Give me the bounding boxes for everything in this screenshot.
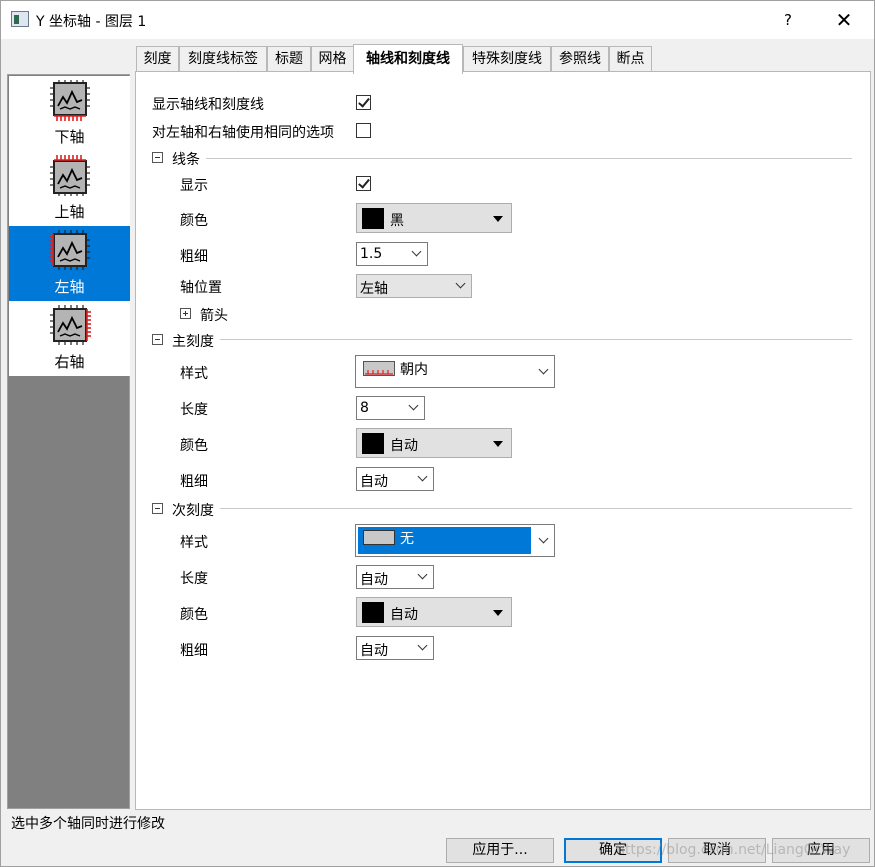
line-section-title: 线条	[172, 152, 200, 168]
section-divider	[220, 508, 852, 509]
minor-style-label: 样式	[180, 535, 208, 551]
right-axis-icon	[50, 305, 91, 345]
major-ticks-title: 主刻度	[172, 334, 214, 350]
major-length-label: 长度	[180, 402, 208, 418]
tick-inward-icon	[363, 361, 395, 376]
chevron-down-icon	[538, 533, 549, 544]
status-text: 选中多个轴同时进行修改	[11, 816, 165, 832]
line-color-dropdown[interactable]: 黑	[356, 203, 512, 233]
expand-icon[interactable]	[180, 308, 191, 319]
collapse-icon[interactable]	[152, 152, 163, 163]
show-axes-ticks-checkbox[interactable]	[356, 95, 371, 110]
bottom-axis-icon	[50, 80, 90, 121]
minor-length-value: 自动	[360, 572, 388, 588]
dialog-window: Y 坐标轴 - 图层 1 ? ✕ 下轴 上轴 左轴 右轴 刻度 刻度线标签 标题…	[0, 0, 875, 867]
axis-line-ticks-panel: 显示轴线和刻度线 对左轴和右轴使用相同的选项 线条 显示 颜色 黑 粗细 1.5…	[135, 71, 871, 810]
minor-thickness-value: 自动	[360, 643, 388, 659]
chevron-down-icon	[455, 278, 466, 289]
same-options-checkbox[interactable]	[356, 123, 371, 138]
major-style-label: 样式	[180, 366, 208, 382]
tab-special-ticks[interactable]: 特殊刻度线	[463, 46, 551, 72]
tab-breaks[interactable]: 断点	[609, 46, 652, 72]
major-thickness-value: 自动	[360, 474, 388, 490]
line-thickness-value: 1.5	[360, 246, 383, 262]
axis-item-label: 左轴	[54, 278, 85, 296]
dropdown-arrow-icon	[493, 441, 503, 447]
section-divider	[220, 339, 852, 340]
line-show-label: 显示	[180, 178, 208, 194]
axis-position-select[interactable]: 左轴	[356, 274, 472, 298]
axis-position-label: 轴位置	[180, 280, 222, 296]
minor-ticks-title: 次刻度	[172, 503, 214, 519]
axis-position-value: 左轴	[360, 281, 388, 297]
minor-style-dropdown[interactable]: 无	[355, 524, 555, 557]
axis-item-left[interactable]: 左轴	[9, 226, 130, 301]
minor-length-select[interactable]: 自动	[356, 565, 434, 589]
line-color-value: 黑	[390, 213, 404, 229]
major-thickness-select[interactable]: 自动	[356, 467, 434, 491]
dropdown-arrow-icon	[493, 216, 503, 222]
color-swatch	[362, 208, 384, 229]
top-axis-icon	[50, 155, 90, 196]
color-swatch	[362, 433, 384, 454]
help-button[interactable]: ?	[771, 8, 805, 32]
dropdown-arrow-icon	[493, 610, 503, 616]
major-color-label: 颜色	[180, 438, 208, 454]
major-style-dropdown[interactable]: 朝内	[355, 355, 555, 388]
tab-scale[interactable]: 刻度	[136, 46, 179, 72]
axis-item-right[interactable]: 右轴	[9, 301, 130, 376]
tab-title[interactable]: 标题	[267, 46, 311, 72]
chevron-down-icon	[417, 471, 428, 482]
axis-item-bottom[interactable]: 下轴	[9, 76, 130, 151]
axis-item-label: 右轴	[54, 353, 85, 371]
axis-item-label: 上轴	[54, 203, 85, 221]
window-icon	[11, 11, 29, 27]
arrow-subsection-title: 箭头	[200, 308, 228, 324]
tab-grid[interactable]: 网格	[311, 46, 354, 72]
collapse-icon[interactable]	[152, 334, 163, 345]
axis-list: 下轴 上轴 左轴 右轴	[9, 76, 130, 376]
window-title: Y 坐标轴 - 图层 1	[36, 14, 147, 30]
major-thickness-label: 粗细	[180, 474, 208, 490]
line-thickness-select[interactable]: 1.5	[356, 242, 428, 266]
chevron-down-icon	[411, 246, 422, 257]
apply-to-button[interactable]: 应用于...	[446, 838, 554, 863]
minor-thickness-label: 粗细	[180, 643, 208, 659]
collapse-icon[interactable]	[152, 503, 163, 514]
axis-item-top[interactable]: 上轴	[9, 151, 130, 226]
minor-color-label: 颜色	[180, 607, 208, 623]
minor-style-value: 无	[400, 531, 414, 547]
major-color-dropdown[interactable]: 自动	[356, 428, 512, 458]
minor-color-dropdown[interactable]: 自动	[356, 597, 512, 627]
section-divider	[206, 158, 852, 159]
minor-color-value: 自动	[390, 607, 418, 623]
major-length-select[interactable]: 8	[356, 396, 425, 420]
tab-tick-labels[interactable]: 刻度线标签	[179, 46, 267, 72]
close-button[interactable]: ✕	[821, 5, 867, 35]
axis-item-label: 下轴	[54, 128, 85, 146]
chevron-down-icon	[417, 640, 428, 651]
show-axes-ticks-label: 显示轴线和刻度线	[152, 97, 264, 113]
line-show-checkbox[interactable]	[356, 176, 371, 191]
line-thickness-label: 粗细	[180, 249, 208, 265]
axis-list-panel: 下轴 上轴 左轴 右轴	[7, 74, 130, 809]
tick-none-icon	[363, 530, 395, 545]
chevron-down-icon	[408, 400, 419, 411]
major-style-value: 朝内	[400, 362, 428, 378]
color-swatch	[362, 602, 384, 623]
major-length-value: 8	[360, 400, 369, 416]
chevron-down-icon	[417, 569, 428, 580]
same-options-label: 对左轴和右轴使用相同的选项	[152, 125, 334, 141]
major-color-value: 自动	[390, 438, 418, 454]
minor-thickness-select[interactable]: 自动	[356, 636, 434, 660]
chevron-down-icon	[538, 364, 549, 375]
tab-line-and-ticks[interactable]: 轴线和刻度线	[353, 44, 463, 74]
left-axis-icon	[49, 230, 90, 270]
minor-length-label: 长度	[180, 571, 208, 587]
line-color-label: 颜色	[180, 213, 208, 229]
tab-reference-lines[interactable]: 参照线	[551, 46, 609, 72]
title-bar: Y 坐标轴 - 图层 1 ? ✕	[1, 1, 874, 39]
watermark: https://blog.csdn.net/LiangOrWay	[616, 842, 851, 858]
